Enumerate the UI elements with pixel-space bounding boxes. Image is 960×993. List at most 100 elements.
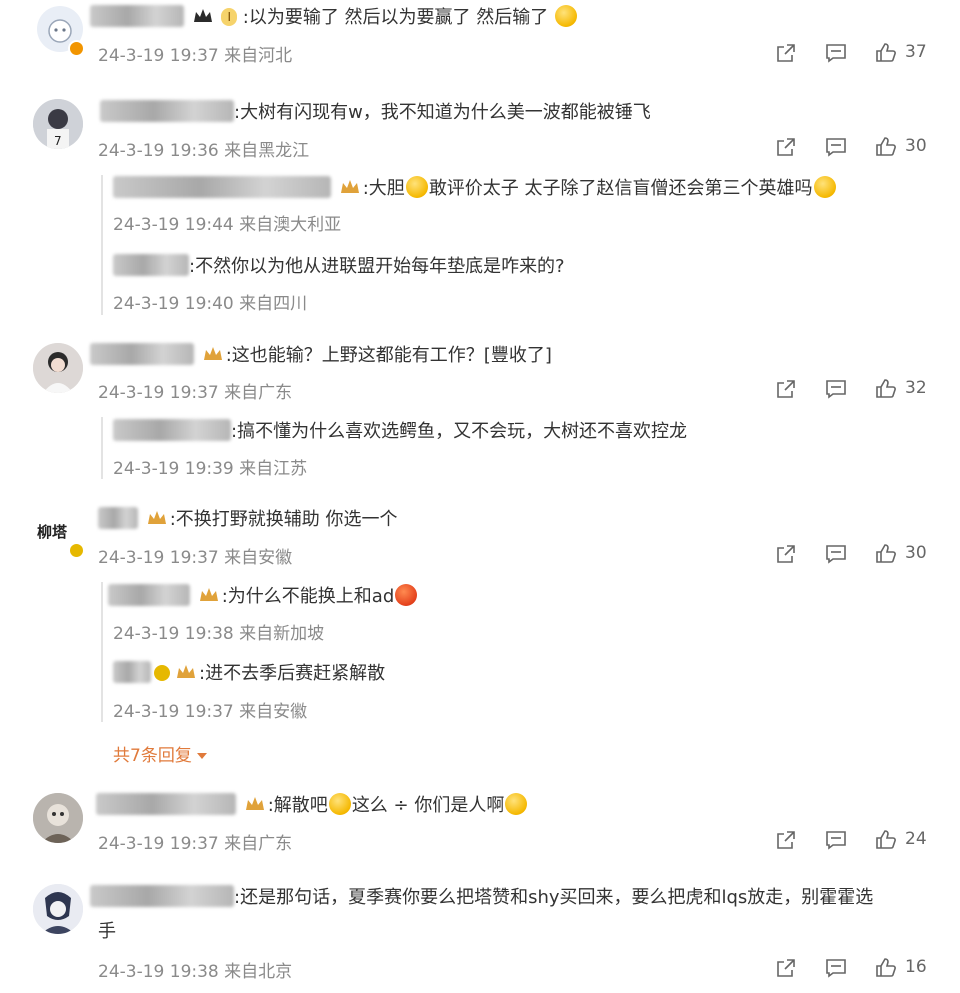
comment-body-b: 这么 ÷ 你们是人啊 — [351, 795, 505, 816]
username-redacted[interactable] — [113, 176, 331, 198]
reply-location: 来自四川 — [239, 294, 308, 314]
angry-emoji-icon — [395, 584, 418, 606]
comment-text-wrap: 手 — [98, 919, 116, 945]
comment-meta: 24-3-19 19:37 来自安徽 — [98, 543, 292, 568]
reply-location: 来自安徽 — [239, 702, 308, 722]
avatar[interactable] — [33, 884, 83, 934]
reply-text: :大胆 敢评价太子 太子除了赵信盲僧还会第三个英雄吗 — [113, 176, 837, 202]
like-icon[interactable]: 32 — [874, 377, 927, 401]
verified-badge — [68, 40, 85, 57]
reply-body: :搞不懂为什么喜欢选鳄鱼，又不会玩，大树还不喜欢控龙 — [231, 421, 688, 442]
reply-location: 来自澳大利亚 — [239, 215, 342, 235]
comment-meta: 24-3-19 19:37 来自广东 — [98, 829, 292, 854]
comment-meta: 24-3-19 19:36 来自黑龙江 — [98, 136, 309, 161]
comment-actions: 30 — [774, 135, 934, 161]
username-redacted[interactable] — [98, 507, 138, 529]
share-icon[interactable] — [774, 956, 798, 980]
username-redacted[interactable] — [113, 254, 189, 276]
username-redacted[interactable] — [100, 100, 234, 122]
level-badge: I — [221, 8, 238, 26]
username-redacted[interactable] — [90, 5, 184, 27]
avatar[interactable] — [33, 793, 83, 843]
comment-actions: 16 — [774, 956, 934, 982]
comment-actions: 37 — [774, 41, 934, 67]
comment-icon[interactable] — [824, 377, 848, 401]
svg-text:7: 7 — [54, 134, 62, 148]
avatar[interactable] — [33, 343, 83, 393]
comment-body-line1: :还是那句话，夏季赛你要么把塔赞和shy买回来，要么把虎和lqs放走，别霍霍选 — [234, 887, 874, 908]
crown-icon — [147, 511, 166, 524]
comment-body-a: :解散吧 — [267, 795, 328, 816]
comment-text: :解散吧 这么 ÷ 你们是人啊 — [96, 793, 528, 819]
comment-time: 24-3-19 19:37 — [98, 383, 219, 403]
share-icon[interactable] — [774, 828, 798, 852]
share-icon[interactable] — [774, 377, 798, 401]
comment-text: :大树有闪现有w，我不知道为什么美一波都能被锤飞 — [100, 100, 651, 126]
reply-time: 24-3-19 19:44 — [113, 215, 234, 235]
comment-time: 24-3-19 19:37 — [98, 834, 219, 854]
comment-body: :不换打野就换辅助 你选一个 — [169, 509, 398, 530]
comment-meta: 24-3-19 19:37 来自广东 — [98, 378, 292, 403]
reply-meta: 24-3-19 19:40 来自四川 — [113, 289, 307, 314]
comment-location: 来自安徽 — [224, 548, 293, 568]
comment-location: 来自广东 — [224, 834, 293, 854]
comment-time: 24-3-19 19:38 — [98, 962, 219, 982]
username-redacted[interactable] — [113, 419, 231, 441]
crown-icon — [340, 180, 359, 193]
like-icon[interactable]: 30 — [874, 542, 927, 566]
like-count: 16 — [905, 957, 927, 977]
comment-location: 来自黑龙江 — [224, 141, 310, 161]
shocked-emoji-icon — [405, 176, 428, 198]
reply-meta: 24-3-19 19:44 来自澳大利亚 — [113, 210, 341, 235]
comment-text: :这也能输？上野这都能有工作？[豐收了] — [90, 343, 552, 369]
comment-meta: 24-3-19 19:37 来自河北 — [98, 41, 292, 66]
comment-text: :还是那句话，夏季赛你要么把塔赞和shy买回来，要么把虎和lqs放走，别霍霍选 — [90, 885, 873, 911]
reply-body: :为什么不能换上和ad — [221, 586, 395, 607]
like-count: 32 — [905, 378, 927, 398]
share-icon[interactable] — [774, 135, 798, 159]
reply-divider — [101, 582, 103, 722]
username-redacted[interactable] — [90, 885, 234, 907]
comment-icon[interactable] — [824, 135, 848, 159]
comment-body: :大树有闪现有w，我不知道为什么美一波都能被锤飞 — [234, 102, 651, 123]
comment-icon[interactable] — [824, 956, 848, 980]
reply-meta: 24-3-19 19:37 来自安徽 — [113, 697, 307, 722]
comment-actions: 30 — [774, 542, 934, 568]
sweat-emoji-icon — [328, 793, 351, 815]
reply-body: :不然你以为他从进联盟开始每年垫底是咋来的? — [189, 256, 565, 277]
like-icon[interactable]: 24 — [874, 828, 927, 852]
username-redacted[interactable] — [113, 661, 151, 683]
avatar[interactable]: 7 — [33, 99, 83, 149]
reply-time: 24-3-19 19:39 — [113, 459, 234, 479]
reply-meta: 24-3-19 19:38 来自新加坡 — [113, 619, 324, 644]
verified-badge — [68, 542, 85, 559]
verified-icon — [154, 665, 170, 681]
more-replies-label: 共7条回复 — [113, 746, 192, 766]
reply-divider — [101, 417, 103, 479]
reply-text: :进不去季后赛赶紧解散 — [113, 661, 385, 687]
reply-text: :不然你以为他从进联盟开始每年垫底是咋来的? — [113, 254, 565, 280]
comment-text: I :以为要输了 然后以为要赢了 然后输了 — [90, 5, 578, 31]
comment-body: :以为要输了 然后以为要赢了 然后输了 — [242, 7, 549, 28]
share-icon[interactable] — [774, 41, 798, 65]
comment-text: :不换打野就换辅助 你选一个 — [98, 507, 398, 533]
username-redacted[interactable] — [108, 584, 190, 606]
share-icon[interactable] — [774, 542, 798, 566]
like-icon[interactable]: 30 — [874, 135, 927, 159]
crown-icon — [245, 797, 264, 810]
comment-icon[interactable] — [824, 41, 848, 65]
comment-actions: 24 — [774, 828, 934, 854]
crown-icon — [177, 665, 195, 678]
view-more-replies-link[interactable]: 共7条回复 — [113, 741, 208, 766]
username-redacted[interactable] — [90, 343, 194, 365]
laughing-emoji-icon — [813, 176, 836, 198]
reply-meta: 24-3-19 19:39 来自江苏 — [113, 454, 307, 479]
like-icon[interactable]: 16 — [874, 956, 927, 980]
username-redacted[interactable] — [96, 793, 236, 815]
comment-time: 24-3-19 19:37 — [98, 548, 219, 568]
comment-icon[interactable] — [824, 542, 848, 566]
crown-icon — [193, 9, 212, 22]
comment-icon[interactable] — [824, 828, 848, 852]
like-icon[interactable]: 37 — [874, 41, 927, 65]
reply-body-a: :大胆 — [362, 178, 405, 199]
